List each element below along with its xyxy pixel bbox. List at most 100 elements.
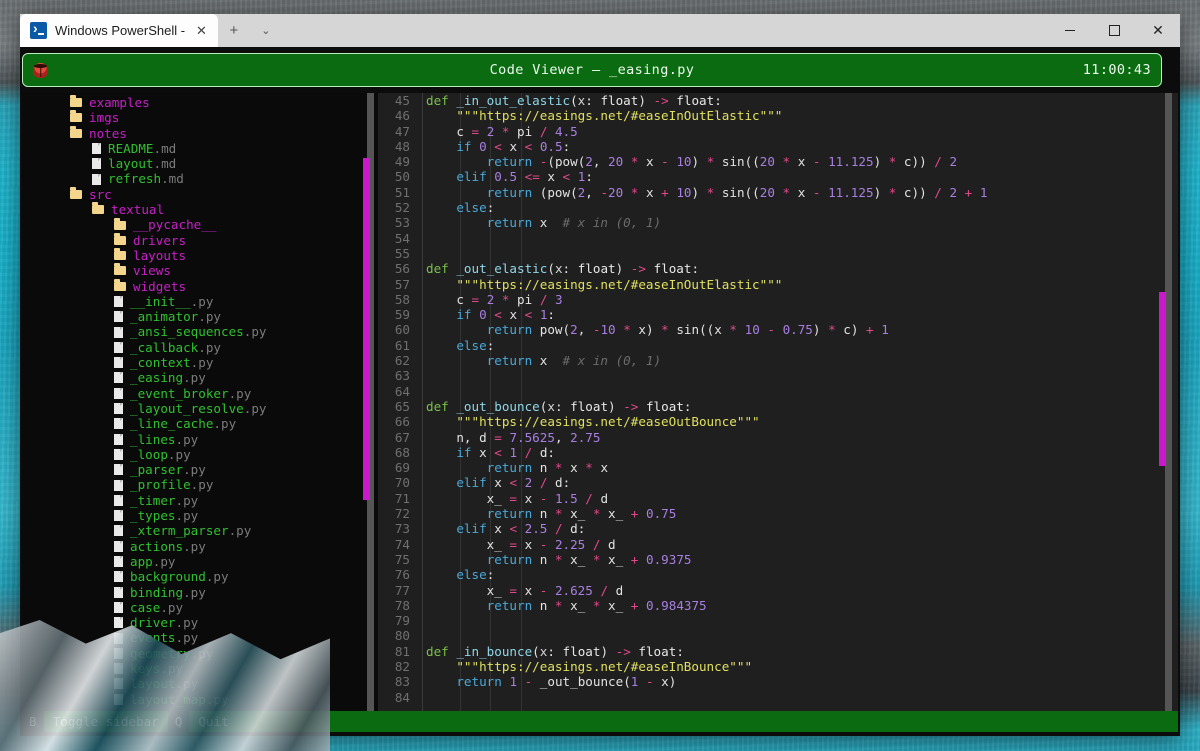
code-line: 52 else: xyxy=(378,200,1178,215)
tree-item-label: keys xyxy=(130,660,161,676)
tree-file-row[interactable]: _types .py xyxy=(22,508,378,523)
tree-folder-row[interactable]: notes xyxy=(22,126,378,141)
tree-folder-row[interactable]: textual xyxy=(22,202,378,217)
tree-file-row[interactable]: actions .py xyxy=(22,539,378,554)
tree-file-row[interactable]: _layout_resolve .py xyxy=(22,401,378,416)
code-line-text: return n * x_ * x_ + 0.9375 xyxy=(486,551,692,567)
tree-file-row[interactable]: _animator .py xyxy=(22,309,378,324)
code-line: 63 xyxy=(378,368,1178,383)
tab-close-icon[interactable]: ✕ xyxy=(193,24,210,37)
code-line: 54 xyxy=(378,231,1178,246)
file-icon xyxy=(92,158,101,170)
tree-file-row[interactable]: _lines .py xyxy=(22,432,378,447)
tree-item-label: _animator xyxy=(130,309,199,325)
tree-file-row[interactable]: _line_cache .py xyxy=(22,416,378,431)
tree-file-row[interactable]: layout .md xyxy=(22,156,378,171)
tree-file-row[interactable]: layout .py xyxy=(22,676,378,691)
tree-file-row[interactable]: layout_map .py xyxy=(22,692,378,707)
tree-file-row[interactable]: __init__ .py xyxy=(22,294,378,309)
line-number: 83 xyxy=(394,674,410,690)
tree-file-row[interactable]: _xterm_parser .py xyxy=(22,523,378,538)
code-line-text: else: xyxy=(456,200,495,216)
tree-file-row[interactable]: case .py xyxy=(22,600,378,615)
tree-item-label: imgs xyxy=(89,110,120,126)
tree-file-row[interactable]: _easing .py xyxy=(22,370,378,385)
code-line-text: if x < 1 / d: xyxy=(456,444,555,460)
minimize-button[interactable] xyxy=(1048,14,1092,47)
file-icon xyxy=(114,357,123,369)
tree-file-row[interactable]: _parser .py xyxy=(22,462,378,477)
tree-folder-row[interactable]: imgs xyxy=(22,110,378,125)
binding-key[interactable]: B xyxy=(22,711,44,732)
file-icon xyxy=(114,663,123,675)
tree-file-row[interactable]: binding .py xyxy=(22,585,378,600)
tree-file-row[interactable]: _loop .py xyxy=(22,447,378,462)
terminal-tab[interactable]: Windows PowerShell - python ‹ ✕ xyxy=(20,14,218,47)
sidebar-scrollbar-track[interactable] xyxy=(363,93,374,715)
tree-file-row[interactable]: _timer .py xyxy=(22,493,378,508)
folder-icon xyxy=(70,110,82,123)
code-line: 60 return pow(2, -10 * x) * sin((x * 10 … xyxy=(378,322,1178,337)
code-line: 74 x_ = x - 2.25 / d xyxy=(378,537,1178,552)
binding-label[interactable]: Toggle sidebar xyxy=(43,711,168,732)
tree-item-label: driver xyxy=(130,615,176,631)
tree-file-row[interactable]: geometry .py xyxy=(22,646,378,661)
code-scrollbar-track[interactable] xyxy=(1159,93,1172,715)
sidebar-scrollbar-thumb[interactable] xyxy=(363,158,370,501)
close-button[interactable]: ✕ xyxy=(1136,14,1180,47)
tree-file-row[interactable]: _callback .py xyxy=(22,340,378,355)
tree-file-row[interactable]: _context .py xyxy=(22,355,378,370)
tree-item-label: geometry xyxy=(130,645,191,661)
tree-folder-row[interactable]: src xyxy=(22,187,378,202)
tree-folder-row[interactable]: drivers xyxy=(22,233,378,248)
file-icon xyxy=(114,617,123,629)
tree-item-label: _event_broker xyxy=(130,385,229,401)
code-line-text: return n * x * x xyxy=(486,460,609,476)
line-number: 69 xyxy=(394,460,410,476)
tree-item-extension: .py xyxy=(183,370,206,386)
code-line: 59 if 0 < x < 1: xyxy=(378,307,1178,322)
tree-file-row[interactable]: refresh .md xyxy=(22,171,378,186)
tree-file-row[interactable]: app .py xyxy=(22,554,378,569)
tree-file-row[interactable]: driver .py xyxy=(22,615,378,630)
tree-file-row[interactable]: _ansi_sequences .py xyxy=(22,324,378,339)
code-line: 69 return n * x * x xyxy=(378,460,1178,475)
window-tab-strip: Windows PowerShell - python ‹ ✕ + ⌄ ✕ xyxy=(20,14,1180,47)
tree-item-label: events xyxy=(130,630,176,646)
tree-item-label: layout xyxy=(130,676,176,692)
new-tab-button[interactable]: + xyxy=(218,14,250,47)
tree-folder-row[interactable]: __pycache__ xyxy=(22,217,378,232)
code-line-text: if 0 < x < 1: xyxy=(456,307,556,323)
tree-item-extension: .py xyxy=(190,355,214,371)
tree-file-row[interactable]: README .md xyxy=(22,141,378,156)
tree-folder-row[interactable]: views xyxy=(22,263,378,278)
tree-file-row[interactable]: events .py xyxy=(22,630,378,645)
file-icon xyxy=(92,173,101,185)
code-line: 51 return (pow(2, -20 * x + 10) * sin((2… xyxy=(378,185,1178,200)
binding-key[interactable]: Q xyxy=(167,711,190,732)
tree-folder-row[interactable]: layouts xyxy=(22,248,378,263)
code-line: 56 def _out_elastic(x: float) -> float: xyxy=(378,261,1178,276)
tree-file-row[interactable]: background .py xyxy=(22,569,378,584)
tree-folder-row[interactable]: widgets xyxy=(22,279,378,294)
code-line-text: if 0 < x < 0.5: xyxy=(456,138,571,154)
tree-file-row[interactable]: _profile .py xyxy=(22,477,378,492)
chevron-down-icon[interactable]: ⌄ xyxy=(250,14,282,47)
line-number: 72 xyxy=(394,506,410,522)
tree-folder-row[interactable]: examples xyxy=(22,95,378,110)
code-line: 77 x_ = x - 2.625 / d xyxy=(378,583,1178,598)
file-icon xyxy=(114,693,123,705)
code-scrollbar-thumb[interactable] xyxy=(1159,292,1166,467)
maximize-button[interactable] xyxy=(1092,14,1136,47)
line-number: 58 xyxy=(394,291,410,307)
code-viewer[interactable]: 45 def _in_out_elastic(x: float) -> float… xyxy=(378,93,1178,715)
tree-item-extension: .py xyxy=(183,538,206,554)
tree-file-row[interactable]: _event_broker .py xyxy=(22,386,378,401)
tree-file-row[interactable]: keys .py xyxy=(22,661,378,676)
file-tree-sidebar[interactable]: examples imgs notes README .md layout .md refre… xyxy=(22,93,378,715)
binding-label[interactable]: Quit xyxy=(189,711,238,732)
code-line: 64 xyxy=(378,384,1178,399)
tree-item-label: __pycache__ xyxy=(133,217,217,233)
file-icon xyxy=(114,632,123,644)
